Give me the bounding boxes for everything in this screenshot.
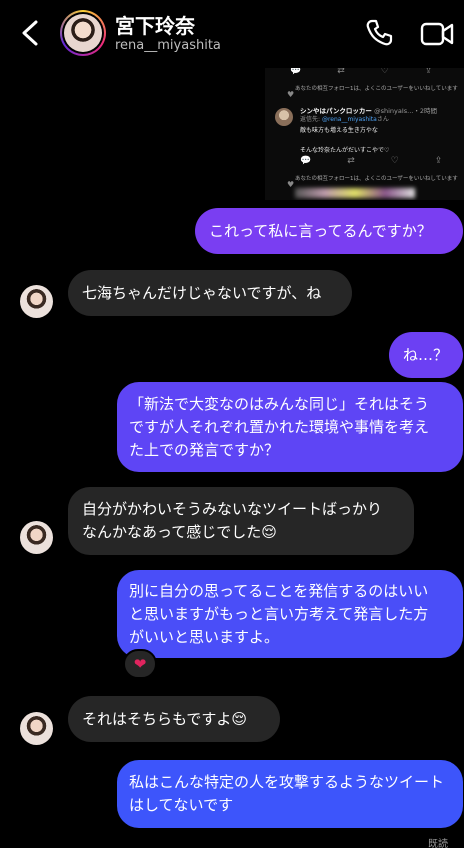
avatar[interactable]: [20, 712, 53, 745]
message-incoming[interactable]: 自分がかわいそうみないなツイートばっかり なんかなあって感じでした😌: [68, 487, 414, 555]
message-text: それはそちらもですよ😌: [82, 709, 248, 728]
contact-username[interactable]: rena__miyashita: [115, 38, 221, 53]
message-text: これって私に言ってるんですか？: [209, 221, 432, 240]
avatar[interactable]: [20, 285, 53, 318]
tweet-body: 敵も味方も増える生き方やな そんな玲奈たんがだいすこやで♡: [300, 127, 390, 154]
message-incoming[interactable]: それはそちらもですよ😌: [68, 696, 280, 742]
message-text: 七海ちゃんだけじゃないですが、ね: [82, 283, 322, 302]
shared-tweet-screenshot[interactable]: 💬 ⇄ ♡ ⇪ ♥ あなたの相互フォロー1は、よくこのユーザーをいいねしています シン…: [265, 62, 464, 200]
tweet-actions: 💬 ⇄ ♡ ⇪: [300, 156, 443, 166]
heart-icon: ♥: [287, 90, 295, 99]
message-text-line: と思いますがもっと言い方考えて発言した方: [129, 604, 429, 623]
avatar[interactable]: [60, 10, 106, 56]
avatar[interactable]: [20, 521, 53, 554]
video-camera-icon[interactable]: [420, 20, 454, 48]
contact-name[interactable]: 宮下玲奈: [115, 10, 195, 39]
message-outgoing[interactable]: これって私に言ってるんですか？: [195, 208, 463, 254]
message-text-line: 別に自分の思ってることを発信するのはいい: [129, 581, 429, 600]
message-text-line: がいいと思いますよ。: [129, 627, 280, 646]
seen-status: 既読: [428, 839, 448, 848]
tweet-reply-to: 返信先: @rena__miyashitaさん: [300, 116, 389, 123]
message-text-line: はしてないです: [129, 796, 234, 814]
message-text-line: ですが人それぞれ置かれた環境や事情を考え: [129, 417, 430, 436]
message-incoming[interactable]: 七海ちゃんだけじゃないですが、ね: [68, 270, 352, 316]
chevron-left-icon[interactable]: [18, 18, 42, 48]
heart-icon: ♥: [287, 180, 295, 189]
message-text-line: 私はこんな特定の人を攻撃するようなツイート: [129, 773, 445, 791]
message-outgoing[interactable]: ね…？: [389, 332, 463, 378]
message-text-line: なんかなあって感じでした😌: [82, 523, 277, 541]
message-outgoing[interactable]: 「新法で大変なのはみんな同じ」それはそう ですが人それぞれ置かれた環境や事情を考…: [117, 382, 463, 472]
chat-header: 宮下玲奈 rena__miyashita: [0, 0, 464, 68]
message-outgoing[interactable]: 別に自分の思ってることを発信するのはいい と思いますがもっと言い方考えて発言した…: [117, 570, 463, 658]
blurred-tweet-name: [295, 188, 415, 198]
tweet-avatar: [275, 108, 293, 126]
heart-reaction-icon[interactable]: ❤: [123, 649, 157, 679]
message-text-line: 自分がかわいそうみないなツイートばっかり: [82, 500, 383, 518]
message-text: ね…？: [403, 345, 449, 364]
tweet-like-note: あなたの相互フォロー1は、よくこのユーザーをいいねしています: [295, 176, 458, 182]
message-outgoing[interactable]: 私はこんな特定の人を攻撃するようなツイート はしてないです: [117, 760, 463, 828]
phone-icon[interactable]: [364, 18, 394, 48]
message-text-line: た上での発言ですか？: [129, 440, 280, 459]
message-text-line: 「新法で大変なのはみんな同じ」それはそう: [129, 394, 430, 413]
tweet-like-note: あなたの相互フォロー1は、よくこのユーザーをいいねしています: [295, 86, 458, 92]
